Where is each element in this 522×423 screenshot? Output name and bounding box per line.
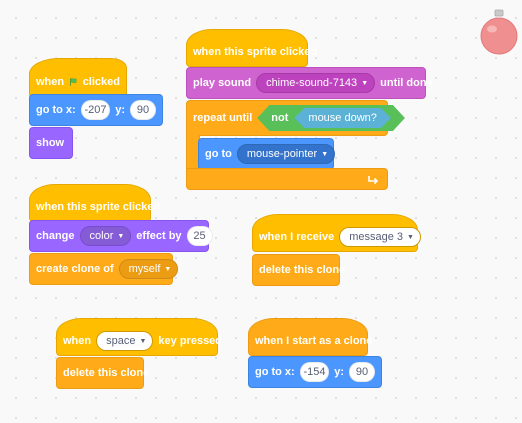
until-done-label: until done	[380, 77, 433, 89]
delete-clone-label: delete this clone	[63, 367, 150, 379]
delete-this-clone-block[interactable]: delete this clone	[252, 254, 345, 286]
hat-prefix: when	[63, 335, 92, 347]
go-to-label: go to	[205, 148, 232, 160]
hat-label: when I start as a clone	[255, 335, 373, 347]
go-to-target-name: mouse-pointer	[246, 148, 318, 160]
show-label: show	[36, 137, 65, 149]
when-sprite-clicked-hat[interactable]: when this sprite clicked	[186, 29, 317, 67]
ornament-sprite-icon[interactable]	[478, 8, 520, 56]
y-input[interactable]: 90	[349, 362, 375, 382]
effect-value-input[interactable]: 25	[186, 226, 213, 246]
y-label: y:	[334, 366, 344, 378]
go-to-target-dropdown[interactable]: mouse-pointer ▼	[236, 144, 336, 164]
y-input[interactable]: 90	[130, 100, 156, 120]
hat-label: when I receive	[259, 231, 335, 243]
clone-target-dropdown[interactable]: myself ▼	[118, 259, 179, 279]
x-input[interactable]: -207	[80, 100, 111, 120]
effect-name: color	[89, 230, 114, 242]
hat-label: when this sprite clicked	[36, 201, 161, 213]
go-to-x-label: go to x:	[255, 366, 295, 378]
hat-label: when this sprite clicked	[193, 46, 318, 58]
mouse-down-sensing-block[interactable]: mouse down?	[294, 108, 391, 128]
create-clone-block[interactable]: create clone of myself ▼	[29, 253, 179, 285]
hat-suffix: key pressed	[158, 335, 223, 347]
green-flag-icon	[70, 78, 77, 86]
sound-name: chime-sound-7143	[266, 77, 358, 89]
x-input[interactable]: -154	[299, 362, 330, 382]
go-to-xy-block[interactable]: go to x: -207 y: 90	[29, 94, 163, 126]
change-effect-block[interactable]: change color ▼ effect by 25	[29, 220, 213, 252]
hat-prefix: when	[36, 76, 65, 88]
change-label: change	[36, 230, 75, 242]
when-key-pressed-hat[interactable]: when space ▼ key pressed	[56, 318, 222, 356]
play-sound-until-done-block[interactable]: play sound chime-sound-7143 ▼ until done	[186, 67, 433, 99]
effect-dropdown[interactable]: color ▼	[79, 226, 132, 246]
clone-target-name: myself	[128, 263, 161, 275]
when-flag-clicked-block[interactable]: when clicked	[29, 58, 127, 98]
delete-clone-label: delete this clone	[259, 264, 346, 276]
create-clone-label: create clone of	[36, 263, 114, 275]
message-dropdown[interactable]: message 3 ▼	[339, 227, 421, 247]
effect-by-label: effect by	[136, 230, 182, 242]
hat-suffix: clicked	[82, 76, 120, 88]
loop-arrow-icon	[368, 176, 379, 185]
when-sprite-clicked-hat-2[interactable]: when this sprite clicked	[29, 184, 160, 222]
key-name: space	[106, 335, 136, 347]
repeat-until-label: repeat until	[193, 112, 253, 124]
when-i-receive-hat[interactable]: when I receive message 3 ▼	[252, 214, 421, 252]
repeat-until-block[interactable]: repeat until not mouse down?	[186, 100, 388, 136]
delete-this-clone-block-2[interactable]: delete this clone	[56, 357, 149, 389]
sound-dropdown[interactable]: chime-sound-7143 ▼	[256, 73, 376, 93]
chevron-down-icon: ▼	[164, 265, 172, 273]
not-operator-block[interactable]: not mouse down?	[257, 105, 405, 131]
play-sound-label: play sound	[193, 77, 252, 89]
go-to-target-block[interactable]: go to mouse-pointer ▼	[198, 138, 336, 170]
not-label: not	[271, 112, 289, 124]
code-workspace[interactable]: when clicked go to x: -207 y: 90 show wh…	[0, 0, 522, 423]
chevron-down-icon: ▼	[321, 150, 329, 158]
chevron-down-icon: ▼	[407, 233, 414, 241]
chevron-down-icon: ▼	[139, 337, 147, 345]
chevron-down-icon: ▼	[361, 79, 369, 87]
go-to-x-label: go to x:	[36, 104, 76, 116]
show-block[interactable]: show	[29, 127, 73, 159]
chevron-down-icon: ▼	[117, 232, 125, 240]
repeat-until-bottom	[186, 168, 388, 190]
message-name: message 3	[349, 231, 404, 243]
y-label: y:	[115, 104, 125, 116]
go-to-xy-block-2[interactable]: go to x: -154 y: 90	[248, 356, 382, 388]
when-start-as-clone-hat[interactable]: when I start as a clone	[248, 318, 372, 356]
mouse-down-label: mouse down?	[308, 112, 377, 124]
key-dropdown[interactable]: space ▼	[96, 331, 154, 351]
